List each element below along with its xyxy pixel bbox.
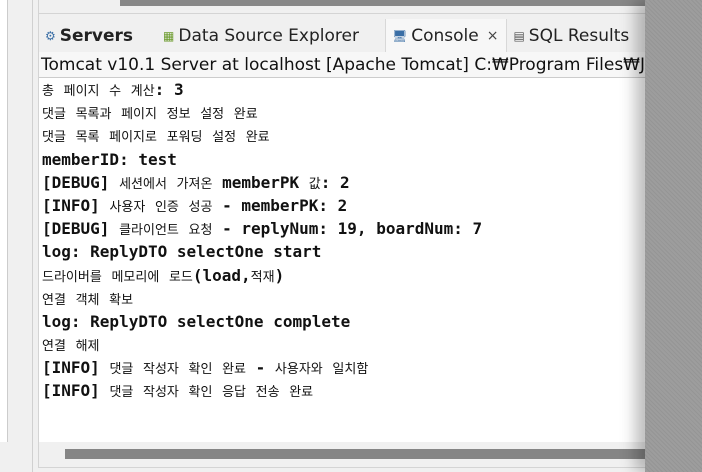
console-line: 연결 해제: [42, 339, 100, 355]
tab-data-source-explorer[interactable]: ▦ Data Source Explorer: [141, 19, 367, 52]
console-line: [DEBUG] 세션에서 가져온 memberPK 값: 2: [42, 172, 350, 192]
tab-console[interactable]: 🖥 Console ×: [384, 19, 508, 52]
console-line: memberID: test: [42, 149, 177, 169]
left-panel: [0, 0, 8, 442]
console-line: 댓글 목록과 페이지 정보 설정 완료: [42, 107, 258, 123]
divider: [38, 13, 658, 14]
console-icon: 🖥: [391, 28, 408, 43]
tab-label: Servers: [59, 25, 134, 46]
background-area: [645, 0, 702, 472]
console-line: log: ReplyDTO selectOne complete: [42, 311, 351, 331]
tab-servers[interactable]: ⚙ Servers: [39, 19, 141, 52]
console-line: 총 페이지 수 계산: 3: [42, 80, 184, 99]
tab-label: Data Source Explorer: [178, 25, 359, 46]
console-line: [DEBUG] 클라이언트 요청 - replyNum: 19, boardNu…: [42, 219, 483, 239]
tab-label: Console: [411, 25, 479, 46]
tab-sql-results[interactable]: ▤ SQL Results: [507, 19, 637, 52]
console-line: log: ReplyDTO selectOne start: [42, 242, 322, 262]
sql-results-icon: ▤: [513, 28, 525, 43]
console-output[interactable]: 총 페이지 수 계산: 3 댓글 목록과 페이지 정보 설정 완료댓글 목록 페이…: [39, 78, 659, 442]
console-header: Tomcat v10.1 Server at localhost [Apache…: [39, 52, 659, 78]
console-line: 댓글 목록 페이지로 포워딩 설정 완료: [42, 130, 270, 146]
close-icon[interactable]: ×: [487, 28, 499, 44]
divider[interactable]: [32, 0, 33, 472]
servers-icon: ⚙: [45, 28, 56, 43]
top-scrollbar[interactable]: [120, 0, 660, 6]
tab-label: SQL Results: [528, 25, 630, 46]
view-tabs: ⚙ Servers ▦ Data Source Explorer 🖥 Console ×…: [39, 19, 659, 52]
console-line: [INFO] 댓글 작성자 확인 완료 - 사용자와 일치함: [42, 358, 369, 378]
console-line: 드라이버를 메모리에 로드(load,적재): [42, 265, 285, 285]
console-line: [INFO] 댓글 작성자 확인 응답 전송 완료: [42, 381, 314, 401]
data-source-icon: ▦: [163, 28, 175, 43]
console-line: [INFO] 사용자 인증 성공 - memberPK: 2: [42, 195, 348, 215]
horizontal-scrollbar[interactable]: [65, 449, 658, 459]
console-line: 연결 객체 확보: [42, 292, 134, 308]
